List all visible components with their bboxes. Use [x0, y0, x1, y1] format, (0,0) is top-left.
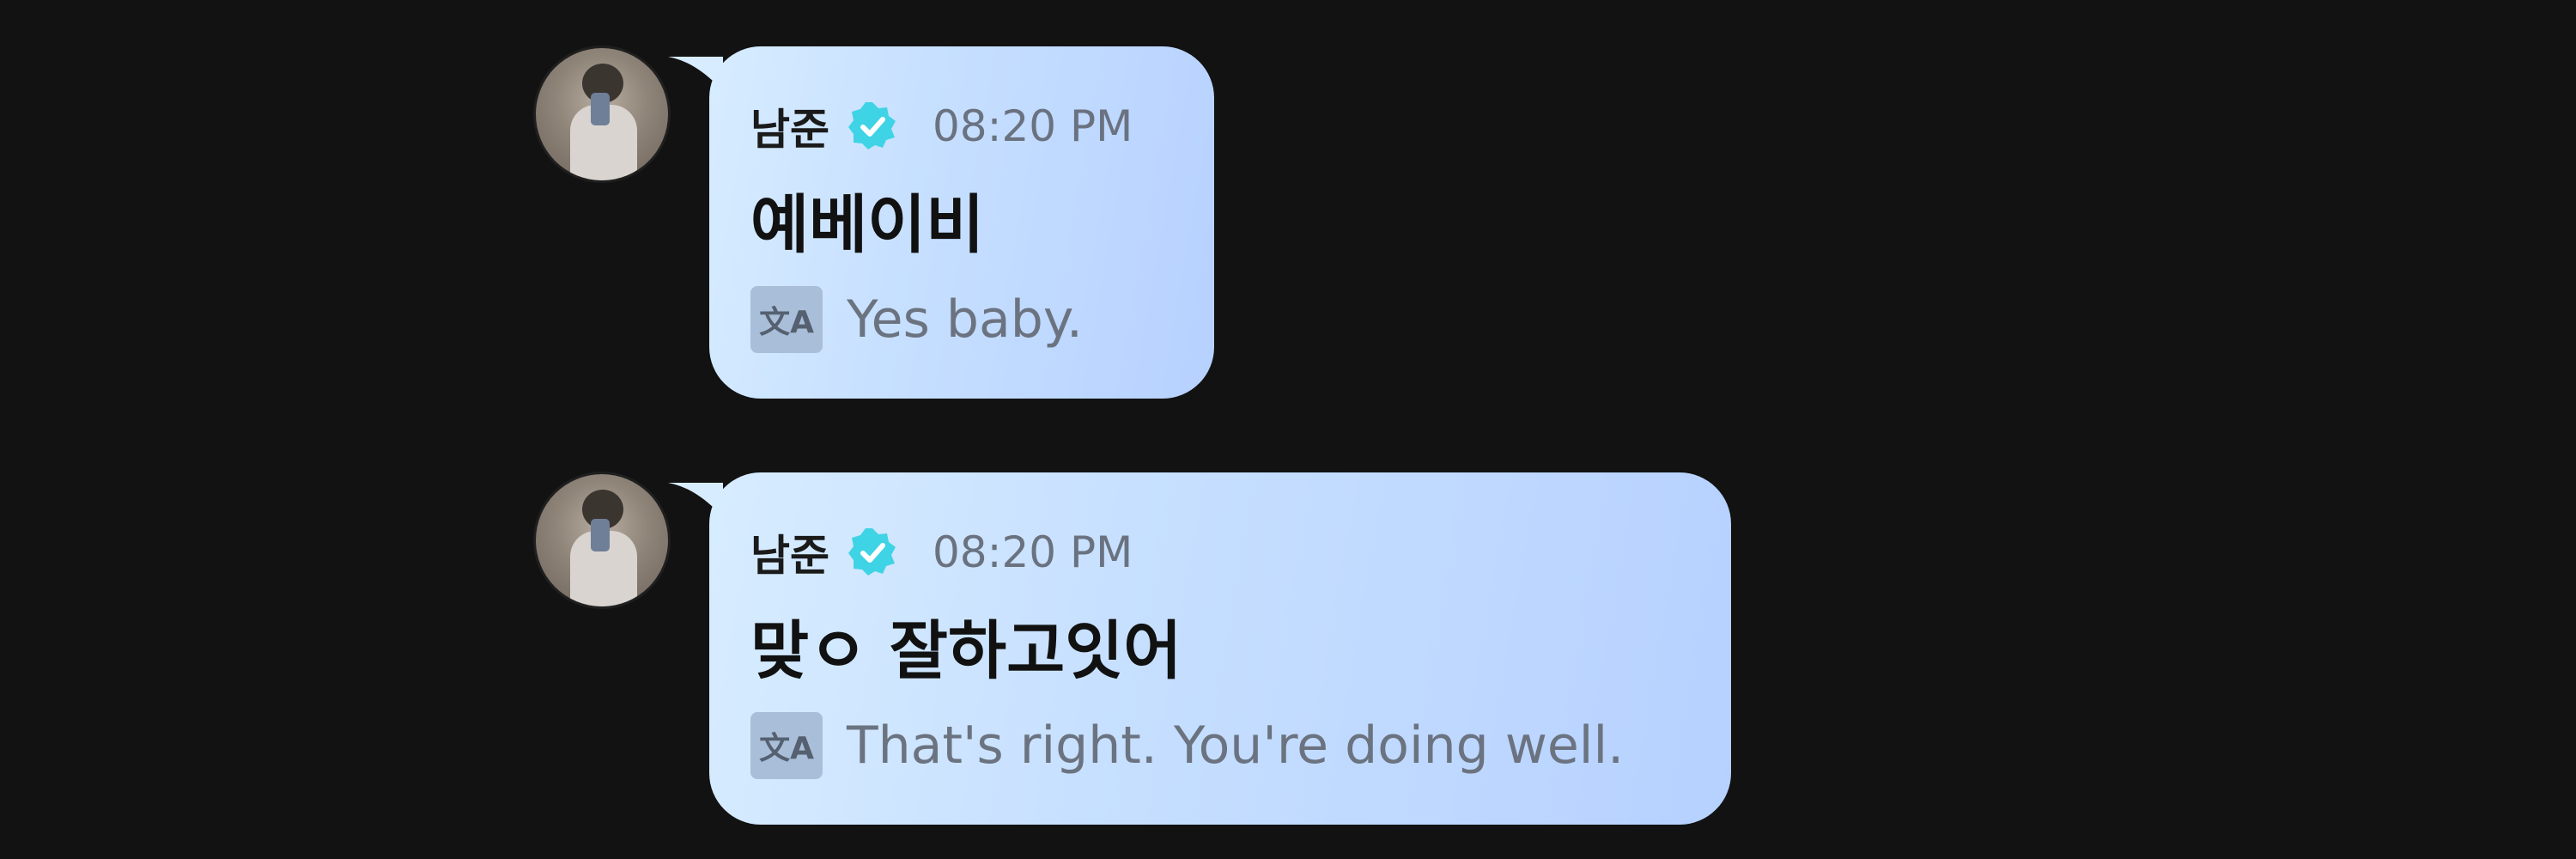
- sender-avatar[interactable]: [536, 48, 668, 180]
- avatar-phone: [591, 519, 610, 551]
- translate-icon[interactable]: 文A: [750, 712, 823, 779]
- translation-row: 文A Yes baby.: [750, 285, 1083, 354]
- message-header: 남준 08:20 PM: [750, 522, 1133, 582]
- verified-check-icon: [848, 102, 896, 149]
- translate-icon[interactable]: 文A: [750, 286, 823, 353]
- message-header: 남준 08:20 PM: [750, 96, 1133, 156]
- translation-text: Yes baby.: [847, 289, 1083, 350]
- message-time: 08:20 PM: [933, 101, 1133, 151]
- translation-text: That's right. You're doing well.: [847, 716, 1625, 776]
- message-bubble[interactable]: 남준 08:20 PM 예베이비 文A Yes baby.: [709, 46, 1214, 399]
- sender-name: 남준: [750, 105, 829, 155]
- translation-row: 文A That's right. You're doing well.: [750, 711, 1624, 780]
- message-1: 남준 08:20 PM 예베이비 文A Yes baby.: [0, 0, 2576, 399]
- message-time: 08:20 PM: [933, 527, 1133, 577]
- chat-thread: 남준 08:20 PM 예베이비 文A Yes baby. 남준 08:20 P…: [0, 0, 2576, 859]
- message-2: 남준 08:20 PM 맞ㅇ 잘하고잇어 文A That's right. Yo…: [0, 426, 2576, 825]
- message-text: 맞ㅇ 잘하고잇어: [750, 614, 1182, 688]
- sender-name: 남준: [750, 531, 829, 581]
- message-text: 예베이비: [750, 188, 985, 262]
- sender-avatar[interactable]: [536, 474, 668, 606]
- message-bubble[interactable]: 남준 08:20 PM 맞ㅇ 잘하고잇어 文A That's right. Yo…: [709, 472, 1731, 825]
- avatar-phone: [591, 93, 610, 125]
- verified-check-icon: [848, 528, 896, 576]
